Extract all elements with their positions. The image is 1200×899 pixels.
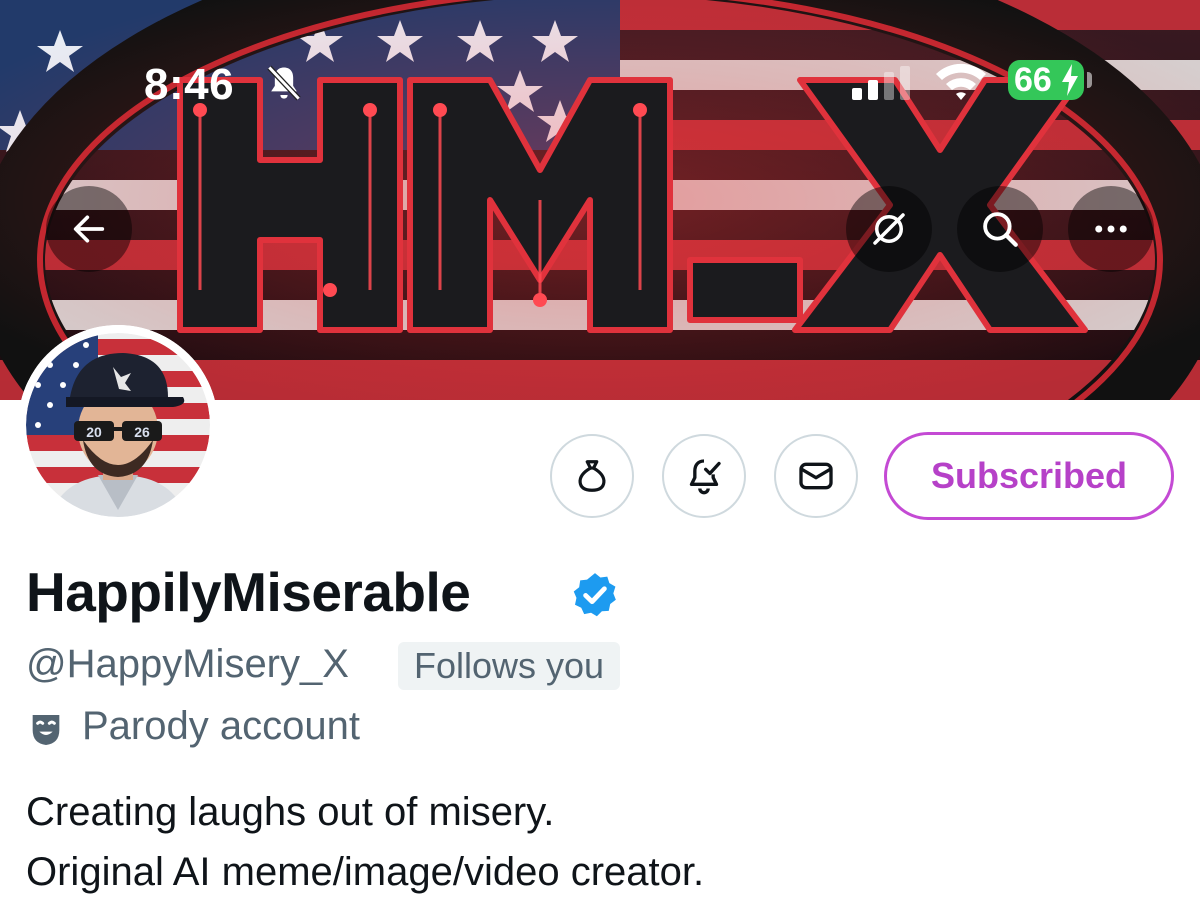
- grok-icon: [873, 213, 905, 245]
- svg-text:26: 26: [134, 424, 150, 440]
- parody-account-label: Parody account: [82, 704, 360, 748]
- bio-line: Original AI meme/image/video creator.: [26, 850, 705, 894]
- battery-level: 66: [1014, 61, 1052, 99]
- tip-button[interactable]: [550, 434, 634, 518]
- user-handle: @HappyMisery_X: [26, 642, 349, 686]
- bell-check-icon: [689, 459, 721, 495]
- back-button[interactable]: [46, 186, 132, 272]
- cellular-signal-icon: [852, 66, 916, 105]
- message-button[interactable]: [774, 434, 858, 518]
- follows-you-badge: Follows you: [398, 642, 621, 690]
- envelope-icon: [799, 462, 833, 490]
- notifications-button[interactable]: [662, 434, 746, 518]
- status-bar: 8:46 66: [0, 0, 1200, 170]
- battery-indicator: 66: [1008, 60, 1084, 100]
- avatar-image: 20 26: [18, 325, 218, 525]
- subscribed-button[interactable]: Subscribed: [884, 432, 1174, 520]
- profile-avatar[interactable]: 20 26: [18, 325, 218, 525]
- status-time: 8:46: [144, 60, 235, 109]
- arrow-left-icon: [73, 215, 105, 243]
- charging-bolt-icon: [1062, 64, 1078, 96]
- svg-text:20: 20: [86, 424, 102, 440]
- theater-mask-icon: [26, 710, 66, 755]
- more-options-button[interactable]: [1068, 186, 1154, 272]
- verified-badge-icon[interactable]: [570, 570, 620, 625]
- grok-button[interactable]: [846, 186, 932, 272]
- bio-line: Creating laughs out of misery.: [26, 790, 555, 834]
- wifi-icon: [934, 62, 988, 107]
- battery-tip: [1087, 72, 1092, 88]
- search-icon: [983, 212, 1018, 247]
- money-bag-icon: [578, 460, 606, 492]
- bell-slash-icon: [262, 62, 306, 111]
- search-button[interactable]: [957, 186, 1043, 272]
- ellipsis-icon: [1095, 225, 1127, 233]
- profile-banner[interactable]: 8:46 66: [0, 0, 1200, 400]
- display-name: HappilyMiserable: [26, 561, 471, 623]
